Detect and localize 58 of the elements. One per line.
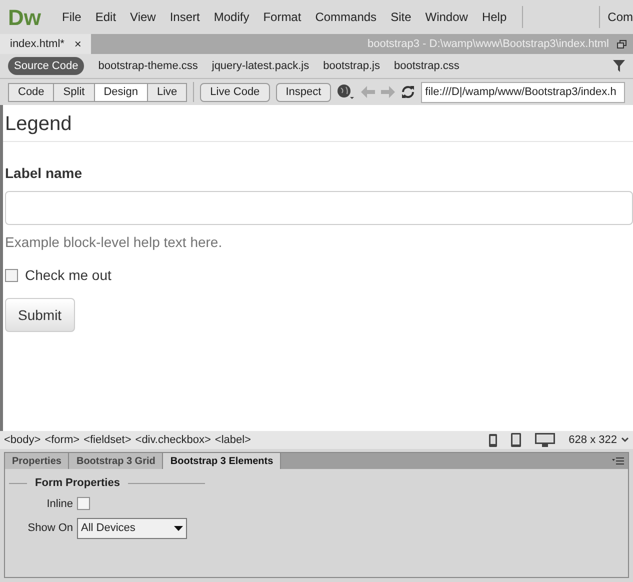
menu-item[interactable]: View: [123, 8, 163, 26]
inline-checkbox[interactable]: [77, 497, 90, 510]
related-file[interactable]: bootstrap.js: [323, 58, 380, 74]
restore-icon[interactable]: [617, 40, 627, 48]
related-file[interactable]: Source Code: [8, 56, 84, 76]
menu-item[interactable]: Insert: [162, 8, 207, 26]
submit-button[interactable]: Submit: [5, 298, 75, 332]
legend: Legend: [3, 105, 633, 142]
show-on-dropdown[interactable]: All Devices: [77, 518, 187, 539]
view-button[interactable]: Split: [53, 82, 95, 102]
inline-label: Inline: [46, 496, 74, 512]
menu-item[interactable]: Edit: [88, 8, 124, 26]
menu-item[interactable]: Site: [384, 8, 418, 26]
menu-item[interactable]: File: [55, 8, 88, 26]
tag-selector-item[interactable]: <body>: [4, 432, 41, 448]
phone-icon[interactable]: [488, 434, 497, 446]
document-tab[interactable]: index.html* ×: [0, 34, 92, 54]
menu-item[interactable]: Modify: [206, 8, 256, 26]
panel-menu-icon[interactable]: [612, 457, 624, 465]
related-file[interactable]: bootstrap-theme.css: [98, 58, 198, 74]
chevron-icon[interactable]: [621, 437, 629, 443]
panel-tab[interactable]: Bootstrap 3 Grid: [69, 453, 164, 469]
live-code-button[interactable]: Live Code: [200, 82, 270, 102]
document-path: bootstrap3 - D:\wamp\www\Bootstrap3\index.html: [366, 36, 610, 52]
tag-selector-item[interactable]: <div.checkbox>: [135, 432, 211, 448]
menu-item[interactable]: Format: [256, 8, 308, 26]
view-button[interactable]: Live: [146, 82, 188, 102]
section-title: Form Properties: [34, 476, 121, 491]
view-button[interactable]: Design: [94, 82, 148, 102]
close-icon[interactable]: ×: [74, 35, 82, 53]
checkbox[interactable]: [5, 269, 18, 282]
menu-item[interactable]: Help: [474, 8, 514, 26]
related-file[interactable]: jquery-latest.pack.js: [212, 58, 310, 74]
related-file[interactable]: bootstrap.css: [394, 58, 460, 74]
panel-tab[interactable]: Properties: [5, 453, 70, 469]
inspect-button[interactable]: Inspect: [276, 82, 332, 102]
filter-icon[interactable]: [613, 60, 625, 72]
menu-item[interactable]: Commands: [308, 8, 384, 26]
tag-selector-item[interactable]: <label>: [214, 432, 251, 448]
address-field[interactable]: file:///D|/wamp/www/Bootstrap3/index.h: [421, 82, 625, 102]
app-logo: Dw: [8, 4, 41, 32]
dropdown-arrow-icon: [174, 526, 183, 531]
tag-selector-item[interactable]: <form>: [44, 432, 80, 448]
refresh-icon[interactable]: [401, 85, 416, 99]
desktop-icon[interactable]: [534, 433, 555, 447]
help-text: Example block-level help text here.: [5, 233, 224, 252]
menu-item[interactable]: Window: [418, 8, 475, 26]
field-label: Label name: [5, 164, 84, 183]
view-button[interactable]: Code: [8, 82, 54, 102]
globe-icon[interactable]: [337, 84, 356, 100]
panel-tab[interactable]: Bootstrap 3 Elements: [163, 453, 282, 469]
workspace-switcher[interactable]: Com: [608, 8, 633, 26]
show-on-label: Show On: [26, 521, 74, 536]
window-size[interactable]: 628 x 322: [568, 432, 617, 448]
tablet-icon[interactable]: [510, 433, 521, 447]
checkbox-label: Check me out: [25, 266, 112, 285]
tag-selector-item[interactable]: <fieldset>: [84, 432, 132, 448]
text-field[interactable]: [5, 191, 633, 225]
